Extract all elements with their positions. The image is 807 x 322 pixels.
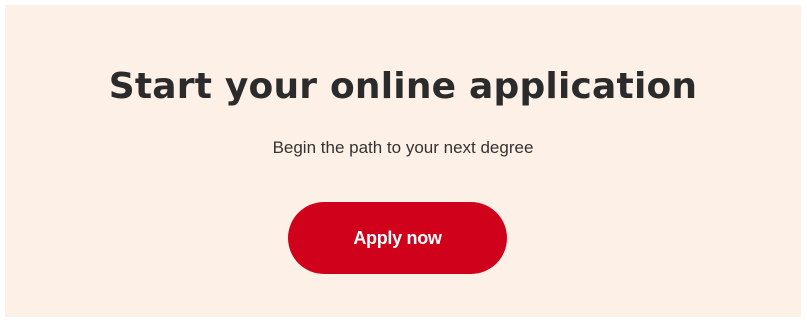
cta-title: Start your online application	[108, 66, 698, 107]
cta-subtitle: Begin the path to your next degree	[272, 138, 534, 157]
page-frame: Start your online application Begin the …	[0, 0, 807, 322]
apply-now-button[interactable]: Apply now	[288, 202, 507, 274]
application-cta-panel: Start your online application Begin the …	[5, 5, 801, 317]
